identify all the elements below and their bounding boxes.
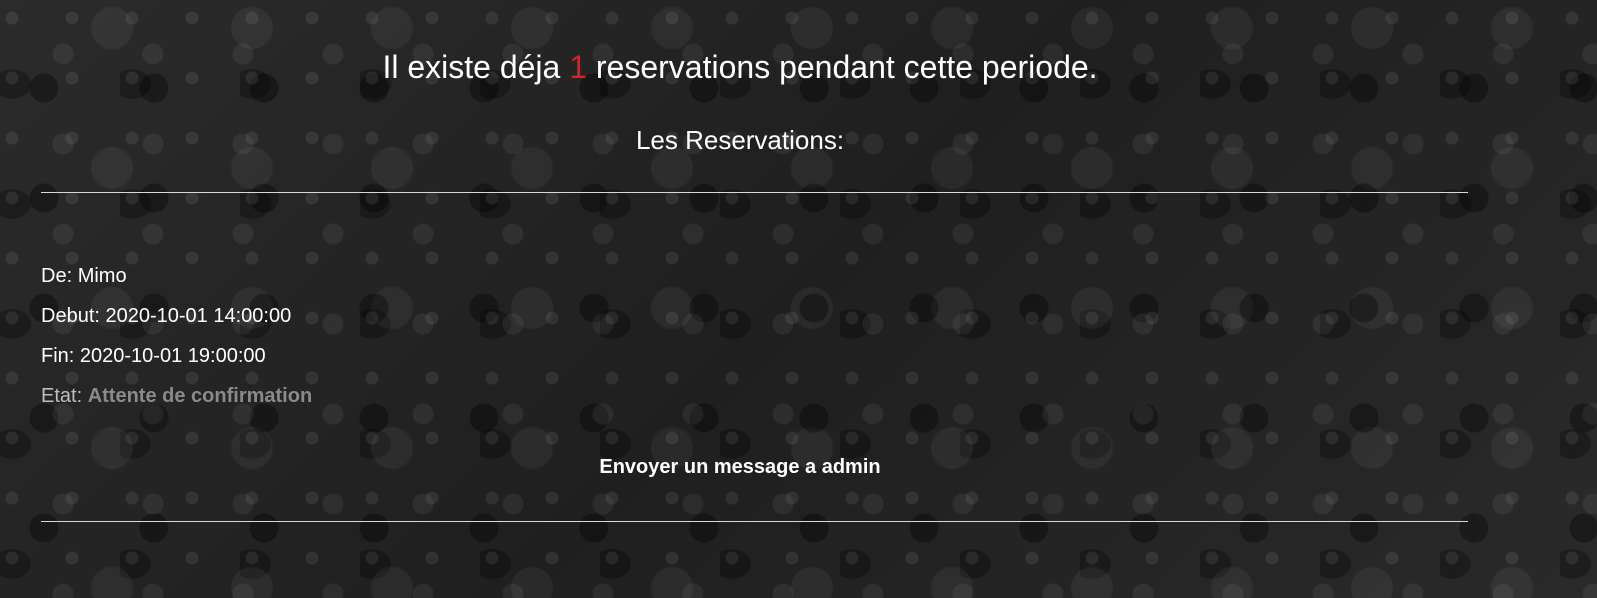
send-message-admin-button[interactable]: Envoyer un message a admin — [0, 452, 1480, 482]
status-value: Attente de confirmation — [87, 385, 313, 407]
reservation-details: De: Mimo Debut: 2020-10-01 14:00:00 Fin:… — [41, 262, 312, 422]
reservation-end-row: Fin: 2020-10-01 19:00:00 — [41, 342, 312, 382]
reservation-from-row: De: Mimo — [41, 262, 312, 302]
start-label: Debut: — [41, 305, 100, 327]
from-value: Mimo — [77, 265, 127, 287]
end-value: 2020-10-01 19:00:00 — [79, 345, 266, 367]
start-value: 2020-10-01 14:00:00 — [105, 305, 292, 327]
heading-suffix: reservations pendant cette periode. — [595, 49, 1098, 85]
reservation-status-row: Etat: Attente de confirmation — [41, 382, 312, 422]
heading-prefix: Il existe déja — [382, 49, 561, 85]
reservation-conflict-heading: Il existe déja 1 reservations pendant ce… — [0, 42, 1480, 92]
end-label: Fin: — [41, 345, 75, 367]
reservations-section-title: Les Reservations: — [635, 125, 845, 155]
from-label: De: — [41, 265, 73, 287]
top-divider — [41, 192, 1468, 193]
reservation-start-row: Debut: 2020-10-01 14:00:00 — [41, 302, 312, 342]
bottom-divider — [41, 521, 1468, 522]
reservation-count: 1 — [569, 49, 587, 85]
status-label: Etat: — [41, 385, 83, 407]
